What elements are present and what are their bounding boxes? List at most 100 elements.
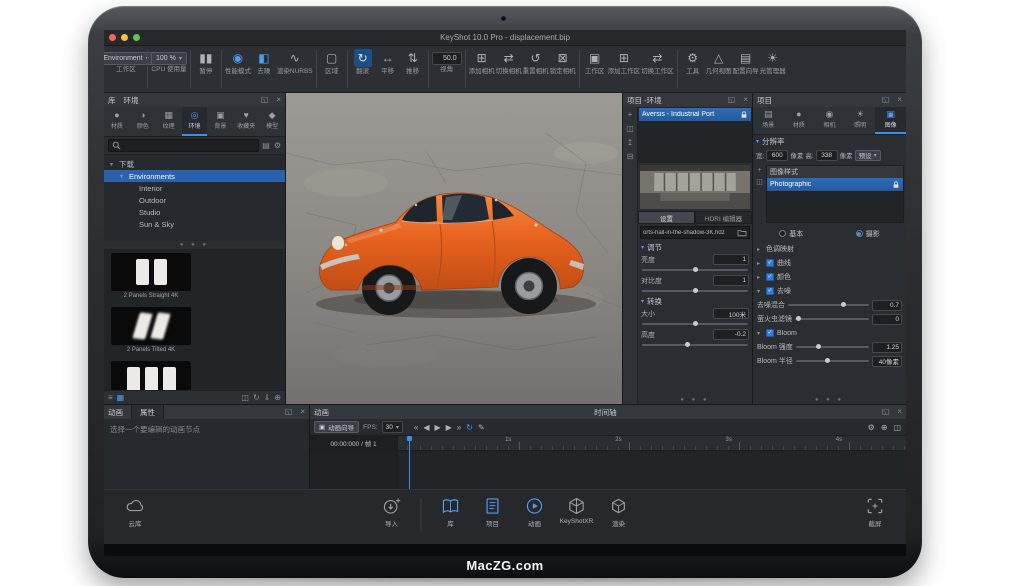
add-style-icon[interactable]: + xyxy=(757,167,761,174)
loop-icon[interactable]: ↻ xyxy=(465,423,474,432)
parameter-slider[interactable] xyxy=(638,287,752,295)
fps-dropdown[interactable]: 30▾ xyxy=(382,421,403,433)
expand-icon[interactable]: ▸ xyxy=(757,274,763,281)
fullscreen-window-button[interactable] xyxy=(133,34,140,41)
lock-camera-button[interactable]: ⊠锁定相机 xyxy=(550,49,576,75)
move-up-icon[interactable]: ↥ xyxy=(627,138,634,147)
style-item-row[interactable]: ▸✓颜色 xyxy=(753,270,906,284)
style-slider-row[interactable]: 去噪混合0.7 xyxy=(753,298,906,312)
add-camera-button[interactable]: ⊞添加相机 xyxy=(469,49,495,75)
close-icon[interactable]: × xyxy=(897,408,902,416)
import-button[interactable]: 导入 xyxy=(371,496,413,528)
library-search-input[interactable] xyxy=(108,139,259,152)
checkbox-checked-icon[interactable]: ✓ xyxy=(766,329,774,337)
environment-resize-handle[interactable]: ● ● ● xyxy=(638,396,752,404)
folders-icon[interactable]: ▤ xyxy=(262,142,270,150)
undock-icon[interactable]: ◱ xyxy=(882,96,890,104)
grid-view-icon[interactable]: ▦ xyxy=(117,393,125,402)
library-tab-模型[interactable]: ◆模型 xyxy=(259,107,285,136)
height-field[interactable]: 338 xyxy=(816,150,838,161)
tab-properties[interactable]: 属性 xyxy=(131,405,164,419)
library-tab-纹理[interactable]: ▦纹理 xyxy=(156,107,182,136)
library-tab-材质[interactable]: ●材质 xyxy=(104,107,130,136)
library-tab-收藏夹[interactable]: ♥收藏夹 xyxy=(233,107,259,136)
library-thumbnail[interactable]: 2 Panels Straight 4K xyxy=(111,253,191,299)
add-icon[interactable]: ⊕ xyxy=(274,393,281,402)
tree-item[interactable]: Sun & Sky xyxy=(104,218,285,230)
checkbox-checked-icon[interactable]: ✓ xyxy=(766,259,774,267)
slider-knob[interactable] xyxy=(685,342,690,347)
slider-value-field[interactable]: 40像素 xyxy=(872,356,902,367)
light-manager-button[interactable]: ☀光管理器 xyxy=(760,49,786,75)
panel-icon[interactable]: ◫ xyxy=(241,393,249,402)
library-tab-背景[interactable]: ▣背景 xyxy=(207,107,233,136)
style-item-row[interactable]: ▸色调映射 xyxy=(753,242,906,256)
checkbox-checked-icon[interactable]: ✓ xyxy=(766,273,774,281)
expand-icon[interactable]: ▾ xyxy=(757,330,763,337)
parameter-value-field[interactable]: 1 xyxy=(713,275,749,286)
slider-knob[interactable] xyxy=(693,267,698,272)
timeline-track[interactable] xyxy=(310,451,906,489)
library-tab-颜色[interactable]: ◑颜色 xyxy=(130,107,156,136)
slider-track[interactable] xyxy=(788,304,869,306)
section-header[interactable]: ▾转换 xyxy=(638,295,752,307)
animation-button[interactable]: 动画 xyxy=(514,496,556,528)
width-field[interactable]: 600 xyxy=(766,150,788,161)
close-icon[interactable]: × xyxy=(276,96,281,104)
slider-knob[interactable] xyxy=(796,316,801,321)
slider-value-field[interactable]: 1.25 xyxy=(872,342,902,353)
project-tab-材质[interactable]: ●材质 xyxy=(784,107,815,134)
add-workspace-button[interactable]: ⊞添加工作区 xyxy=(608,49,641,75)
viewport-3d[interactable] xyxy=(286,93,622,404)
resolution-section[interactable]: ▾ 分辨率 xyxy=(753,135,906,147)
project-resize-handle[interactable]: ● ● ● xyxy=(753,396,906,404)
checkbox-checked-icon[interactable]: ✓ xyxy=(766,287,774,295)
duplicate-style-icon[interactable]: ◫ xyxy=(756,178,763,186)
expand-icon[interactable]: ▾ xyxy=(757,288,763,295)
slider-knob[interactable] xyxy=(841,302,846,307)
style-item-row[interactable]: ▸✓曲线 xyxy=(753,256,906,270)
cpu-usage-select[interactable]: 100 %▾CPU 使用量 xyxy=(151,49,187,73)
slider-knob[interactable] xyxy=(693,321,698,326)
configurator-button[interactable]: ▤配置向导 xyxy=(733,49,759,75)
section-collapse-icon[interactable]: ▾ xyxy=(641,298,644,305)
folder-icon[interactable] xyxy=(737,229,747,237)
region-button[interactable]: ▢区域 xyxy=(320,49,344,75)
image-style-item[interactable]: Photographic xyxy=(767,178,903,191)
close-icon[interactable]: × xyxy=(743,96,748,104)
parameter-slider[interactable] xyxy=(638,266,752,274)
undock-icon[interactable]: ◱ xyxy=(285,408,293,416)
render-nurbs-button[interactable]: ∿渲染NURBS xyxy=(277,49,313,75)
slider-knob[interactable] xyxy=(816,344,821,349)
denoise-button[interactable]: ◧去噪 xyxy=(252,49,276,75)
workspace-button[interactable]: ▣工作区 xyxy=(583,49,607,75)
duplicate-icon[interactable]: ◫ xyxy=(626,124,634,133)
tab-hdri-editor[interactable]: HDRI 编辑器 xyxy=(695,211,752,224)
pan-button[interactable]: ↔平移 xyxy=(376,49,400,75)
environment-list-item[interactable]: Aversis - Industrial Port xyxy=(639,108,751,121)
animation-wizard-button[interactable]: ▣动画向导 xyxy=(314,421,359,433)
library-thumbnail[interactable]: 3 Panels Straight 4K xyxy=(111,361,191,390)
slider-track[interactable] xyxy=(796,360,869,362)
style-slider-row[interactable]: Bloom 半径40像素 xyxy=(753,354,906,368)
slider-knob[interactable] xyxy=(825,358,830,363)
library-thumbnail[interactable]: 2 Panels Tilted 4K xyxy=(111,307,191,353)
tree-item[interactable]: ▾Environments xyxy=(104,170,285,182)
parameter-value-field[interactable]: -0.2 xyxy=(713,329,749,340)
timeline-playhead[interactable] xyxy=(409,436,410,489)
hdri-preview[interactable] xyxy=(640,165,750,209)
undock-icon[interactable]: ◱ xyxy=(728,96,736,104)
download-icon[interactable]: ⇓ xyxy=(264,393,271,402)
tools-button[interactable]: ⚙工具 xyxy=(681,49,705,75)
tumble-button[interactable]: ↻翻滚 xyxy=(351,49,375,75)
close-icon[interactable]: × xyxy=(897,96,902,104)
render-button[interactable]: 渲染 xyxy=(598,496,640,528)
slider-value-field[interactable]: 0 xyxy=(872,314,902,325)
perspective-field-value[interactable]: 50.0 xyxy=(432,52,462,65)
slider-track[interactable] xyxy=(795,318,869,320)
section-collapse-icon[interactable]: ▾ xyxy=(641,244,644,251)
screenshot-button[interactable]: 截屏 xyxy=(854,496,896,528)
step-forward-icon[interactable]: ▶ xyxy=(445,423,453,432)
settings-icon[interactable]: ⚙ xyxy=(867,423,876,432)
project-tab-照明[interactable]: ☀照明 xyxy=(845,107,876,134)
